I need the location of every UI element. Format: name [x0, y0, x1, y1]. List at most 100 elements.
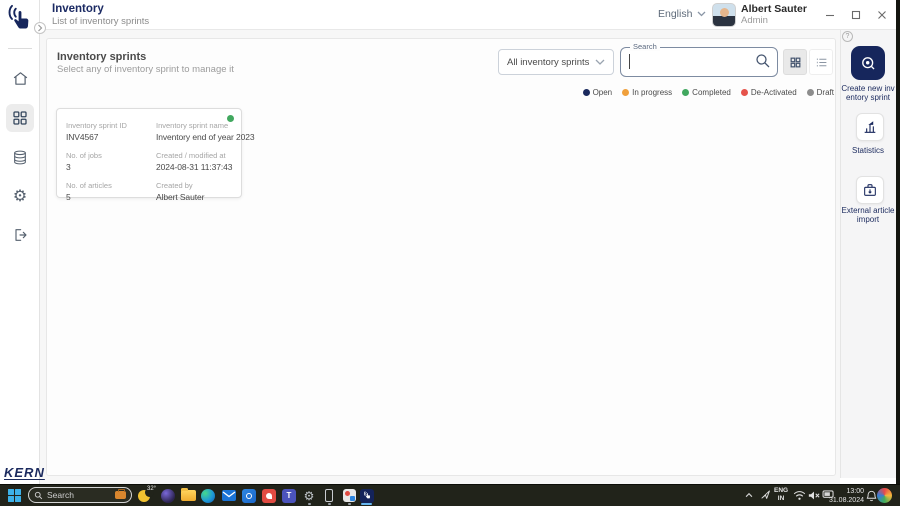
taskbar-app-mail[interactable] — [221, 488, 237, 503]
taskbar-search[interactable]: Search — [28, 487, 132, 503]
taskbar-app-edge[interactable] — [200, 488, 216, 503]
maximize-button[interactable] — [848, 7, 864, 23]
colorful-app-icon[interactable] — [877, 488, 892, 503]
notification-bell-icon[interactable] — [866, 490, 877, 502]
sidebar-item-master-data[interactable] — [6, 143, 34, 171]
running-indicator — [348, 503, 351, 505]
teams-icon: T — [282, 488, 296, 503]
active-app-indicator — [361, 503, 372, 505]
logout-icon — [12, 227, 28, 243]
avatar[interactable] — [712, 3, 736, 27]
search-icon — [34, 491, 43, 500]
tray-clock[interactable]: 13:00 31.08.2024 — [824, 487, 864, 505]
field-no-of-articles: No. of articles 5 — [66, 181, 112, 202]
desktop-edge — [896, 0, 900, 484]
apps-grid-icon — [12, 110, 28, 126]
status-dot-open — [582, 89, 590, 96]
close-button[interactable] — [874, 7, 890, 23]
red-app-icon — [262, 488, 276, 503]
envelope-icon — [222, 490, 236, 501]
search-field-label: Search — [630, 42, 660, 51]
legend-item-in-progress: In progress — [622, 88, 672, 97]
field-created-by: Created by Albert Sauter — [156, 181, 205, 202]
card-fields: Inventory sprint ID INV4567 Inventory sp… — [66, 121, 255, 202]
sidebar-item-home[interactable] — [6, 64, 34, 92]
external-article-import-button[interactable] — [856, 176, 884, 204]
avatar-face — [720, 8, 729, 17]
taskbar-app-red[interactable] — [261, 488, 277, 503]
tray-location-icon[interactable] — [760, 489, 771, 500]
taskbar-app-inventory-active[interactable] — [359, 488, 375, 503]
search-highlight-image — [115, 489, 126, 499]
taskbar-app-settings[interactable]: ⚙ — [301, 488, 317, 503]
grid-view-icon — [789, 56, 802, 69]
status-dot-completed — [682, 89, 690, 96]
snipping-tool-icon — [342, 489, 356, 502]
weather-temperature: 32° — [147, 486, 157, 492]
page-title: Inventory — [52, 3, 104, 15]
weather-widget[interactable]: 32° — [138, 486, 157, 503]
database-icon — [12, 149, 28, 166]
sidebar-divider — [8, 48, 32, 49]
field-sprint-id: Inventory sprint ID INV4567 — [66, 121, 127, 142]
sidebar-item-settings[interactable]: ⚙ — [6, 182, 34, 210]
content-panel — [46, 38, 836, 476]
app-window: Inventory List of inventory sprints Engl… — [0, 0, 896, 484]
language-selector[interactable]: English — [658, 8, 706, 20]
statistics-label[interactable]: Statistics — [841, 146, 895, 155]
taskbar-search-placeholder: Search — [47, 490, 74, 500]
touch-gesture-logo-icon[interactable] — [5, 4, 35, 34]
status-dot-in-progress — [622, 89, 630, 96]
sprint-filter-dropdown[interactable]: All inventory sprints — [498, 49, 614, 75]
section-subheading: Select any of inventory sprint to manage… — [57, 64, 234, 75]
create-new-sprint-button[interactable] — [851, 46, 885, 80]
taskbar-app-snipping-tool[interactable] — [341, 488, 357, 503]
import-box-icon — [862, 182, 878, 198]
search-input[interactable] — [628, 52, 746, 72]
tray-language-indicator[interactable]: ENG IN — [774, 487, 788, 503]
running-indicator — [328, 503, 331, 505]
tray-chevron-up[interactable] — [744, 490, 754, 500]
external-article-import-label[interactable]: External article import — [840, 206, 896, 225]
field-created-modified: Created / modified at 2024-08-31 11:37:4… — [156, 151, 233, 172]
search-icon[interactable] — [754, 52, 774, 72]
list-view-toggle[interactable] — [809, 49, 833, 75]
field-no-of-jobs: No. of jobs 3 — [66, 151, 102, 172]
gear-icon: ⚙ — [303, 488, 315, 503]
taskbar-app-copilot[interactable] — [160, 488, 176, 503]
wifi-icon[interactable] — [793, 490, 806, 501]
text-caret — [629, 54, 630, 69]
chevron-down-icon — [697, 11, 706, 17]
volume-muted-icon[interactable] — [808, 490, 820, 501]
minimize-button[interactable] — [822, 7, 838, 23]
page-subtitle: List of inventory sprints — [52, 16, 150, 27]
status-dot-de-activated — [740, 89, 748, 96]
sidebar-item-inventory-sprints[interactable] — [6, 104, 34, 132]
field-sprint-name: Inventory sprint name Inventory end of y… — [156, 121, 255, 142]
sidebar-expand-button[interactable] — [34, 22, 46, 34]
start-button[interactable] — [8, 489, 21, 502]
taskbar-app-teams[interactable]: T — [281, 488, 297, 503]
statistics-button[interactable] — [856, 113, 884, 141]
sidebar-item-logout[interactable] — [6, 221, 34, 249]
legend-item-open: Open — [582, 88, 612, 97]
user-role: Admin — [741, 15, 768, 26]
section-heading: Inventory sprints — [57, 51, 147, 63]
copilot-icon — [161, 488, 175, 503]
outlook-icon — [242, 488, 256, 503]
legend-item-de-activated: De-Activated — [740, 88, 797, 97]
taskbar-app-file-explorer[interactable] — [180, 488, 196, 503]
help-icon[interactable]: ? — [842, 31, 853, 42]
gear-icon: ⚙ — [12, 186, 28, 205]
user-name: Albert Sauter — [741, 3, 807, 15]
home-icon — [12, 70, 29, 87]
create-new-sprint-label[interactable]: Create new inventory sprint — [841, 84, 895, 103]
taskbar-app-phone-link[interactable] — [321, 488, 337, 503]
bar-chart-icon — [862, 119, 878, 135]
status-legend: Open In progress Completed De-Activated … — [554, 88, 834, 97]
list-view-icon — [815, 56, 828, 69]
taskbar-app-outlook[interactable] — [241, 488, 257, 503]
grid-view-toggle[interactable] — [783, 49, 807, 75]
kern-brand-logo[interactable]: KERN — [4, 465, 45, 480]
inventory-sprint-card[interactable]: Inventory sprint ID INV4567 Inventory sp… — [56, 108, 255, 202]
